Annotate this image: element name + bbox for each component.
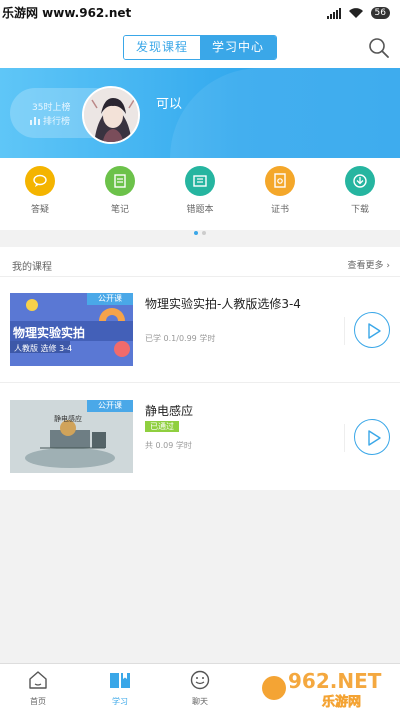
shortcut-label: 笔记 [110,205,129,215]
shortcut-label: 证书 [270,205,289,215]
tab-study[interactable]: 学习 [90,664,150,710]
course-title[interactable]: 物理实验实拍-人教版选修3-4 [145,295,301,312]
chevron-right-icon: › [386,261,390,271]
tab-label: 聊天 [192,697,208,706]
play-button[interactable] [354,312,390,348]
search-icon[interactable] [368,37,390,59]
play-icon [368,323,381,339]
certificate-icon [265,166,295,196]
thumbnail-title: 物理实验实拍 [13,326,86,340]
home-icon [29,671,47,689]
status-icons: 56 [326,7,390,19]
play-icon [368,430,381,446]
tab-label: 学习 [112,697,128,706]
separator [344,424,345,452]
page-dot-active [194,231,198,235]
watermark-art: 962.NET 乐游网 [262,669,382,710]
rank-label: 排行榜 [43,117,71,127]
study-time-text: 35时上榜 [32,103,71,113]
shortcut-label: 错题本 [186,205,214,215]
battery-indicator: 56 [370,7,390,19]
bar-chart-icon [30,117,40,125]
course-thumbnail[interactable]: 静电感应 公开课 [10,400,133,473]
divider [0,276,400,277]
course-tag: 公开课 [87,400,133,412]
tab-label: 首页 [30,697,46,706]
page-indicator [0,220,400,239]
separator [344,317,345,345]
thumbnail-title: 静电感应 [54,415,82,423]
note-icon [105,166,135,196]
avatar[interactable] [82,86,140,144]
watermark-brand: 962.NET [288,669,382,693]
status-badge: 已通过 [145,421,179,432]
thumbnail-subtitle: 人教版 选修 3-4 [14,344,73,353]
see-more-label: 查看更多 [347,261,384,271]
username: 可以 [156,97,183,112]
smile-chat-icon [190,670,210,690]
watermark-logo: 962.NET 乐游网 [260,662,400,710]
shortcut-wrong-book[interactable]: 错题本 [175,166,225,215]
shortcut-label: 答疑 [30,205,49,215]
banner-decoration [170,68,400,158]
tab-discover-courses[interactable]: 发现课程 [124,36,200,59]
wifi-icon [348,8,363,18]
shortcut-download[interactable]: 下载 [335,166,385,215]
download-icon [345,166,375,196]
shortcut-notes[interactable]: 笔记 [95,166,145,215]
see-more-link[interactable]: 查看更多 › [348,258,391,271]
tab-chat[interactable]: 聊天 [170,664,230,710]
play-button[interactable] [354,419,390,455]
status-bar: 乐游网 www.962.net 56 [0,0,400,28]
course-tag: 公开课 [87,293,133,305]
rank-link[interactable]: 排行榜 [30,114,70,127]
shortcut-grid: 答疑 笔记 错题本 证书 下载 [0,158,400,235]
top-bar: 发现课程 学习中心 [0,28,400,68]
page-dot [202,231,206,235]
shortcut-label: 下载 [350,205,369,215]
section-title: 我的课程 [12,262,52,273]
signal-icon [326,7,341,19]
watermark-text: 乐游网 www.962.net [2,6,132,20]
course-title[interactable]: 静电感应 [145,402,193,419]
chat-bubble-icon [25,166,55,196]
watermark-sub: 乐游网 [322,694,361,710]
course-progress: 已学 0.1/0.99 学时 [145,334,216,343]
tab-learning-center[interactable]: 学习中心 [200,36,276,59]
book-icon [110,673,130,688]
profile-banner: 35时上榜 排行榜 [0,68,400,158]
tab-home[interactable]: 首页 [8,664,68,710]
course-progress: 共 0.09 学时 [145,441,192,450]
segmented-tabs: 发现课程 学习中心 [123,35,277,60]
divider [0,382,400,383]
course-thumbnail[interactable]: 物理实验实拍 人教版 选修 3-4 公开课 [10,293,133,366]
wrong-book-icon [185,166,215,196]
shortcut-certificate[interactable]: 证书 [255,166,305,215]
shortcut-qa[interactable]: 答疑 [15,166,65,215]
my-courses-card: 我的课程 查看更多 › 物理实验实拍 人教版 选修 3-4 公开课 物理实验实拍… [0,247,400,490]
